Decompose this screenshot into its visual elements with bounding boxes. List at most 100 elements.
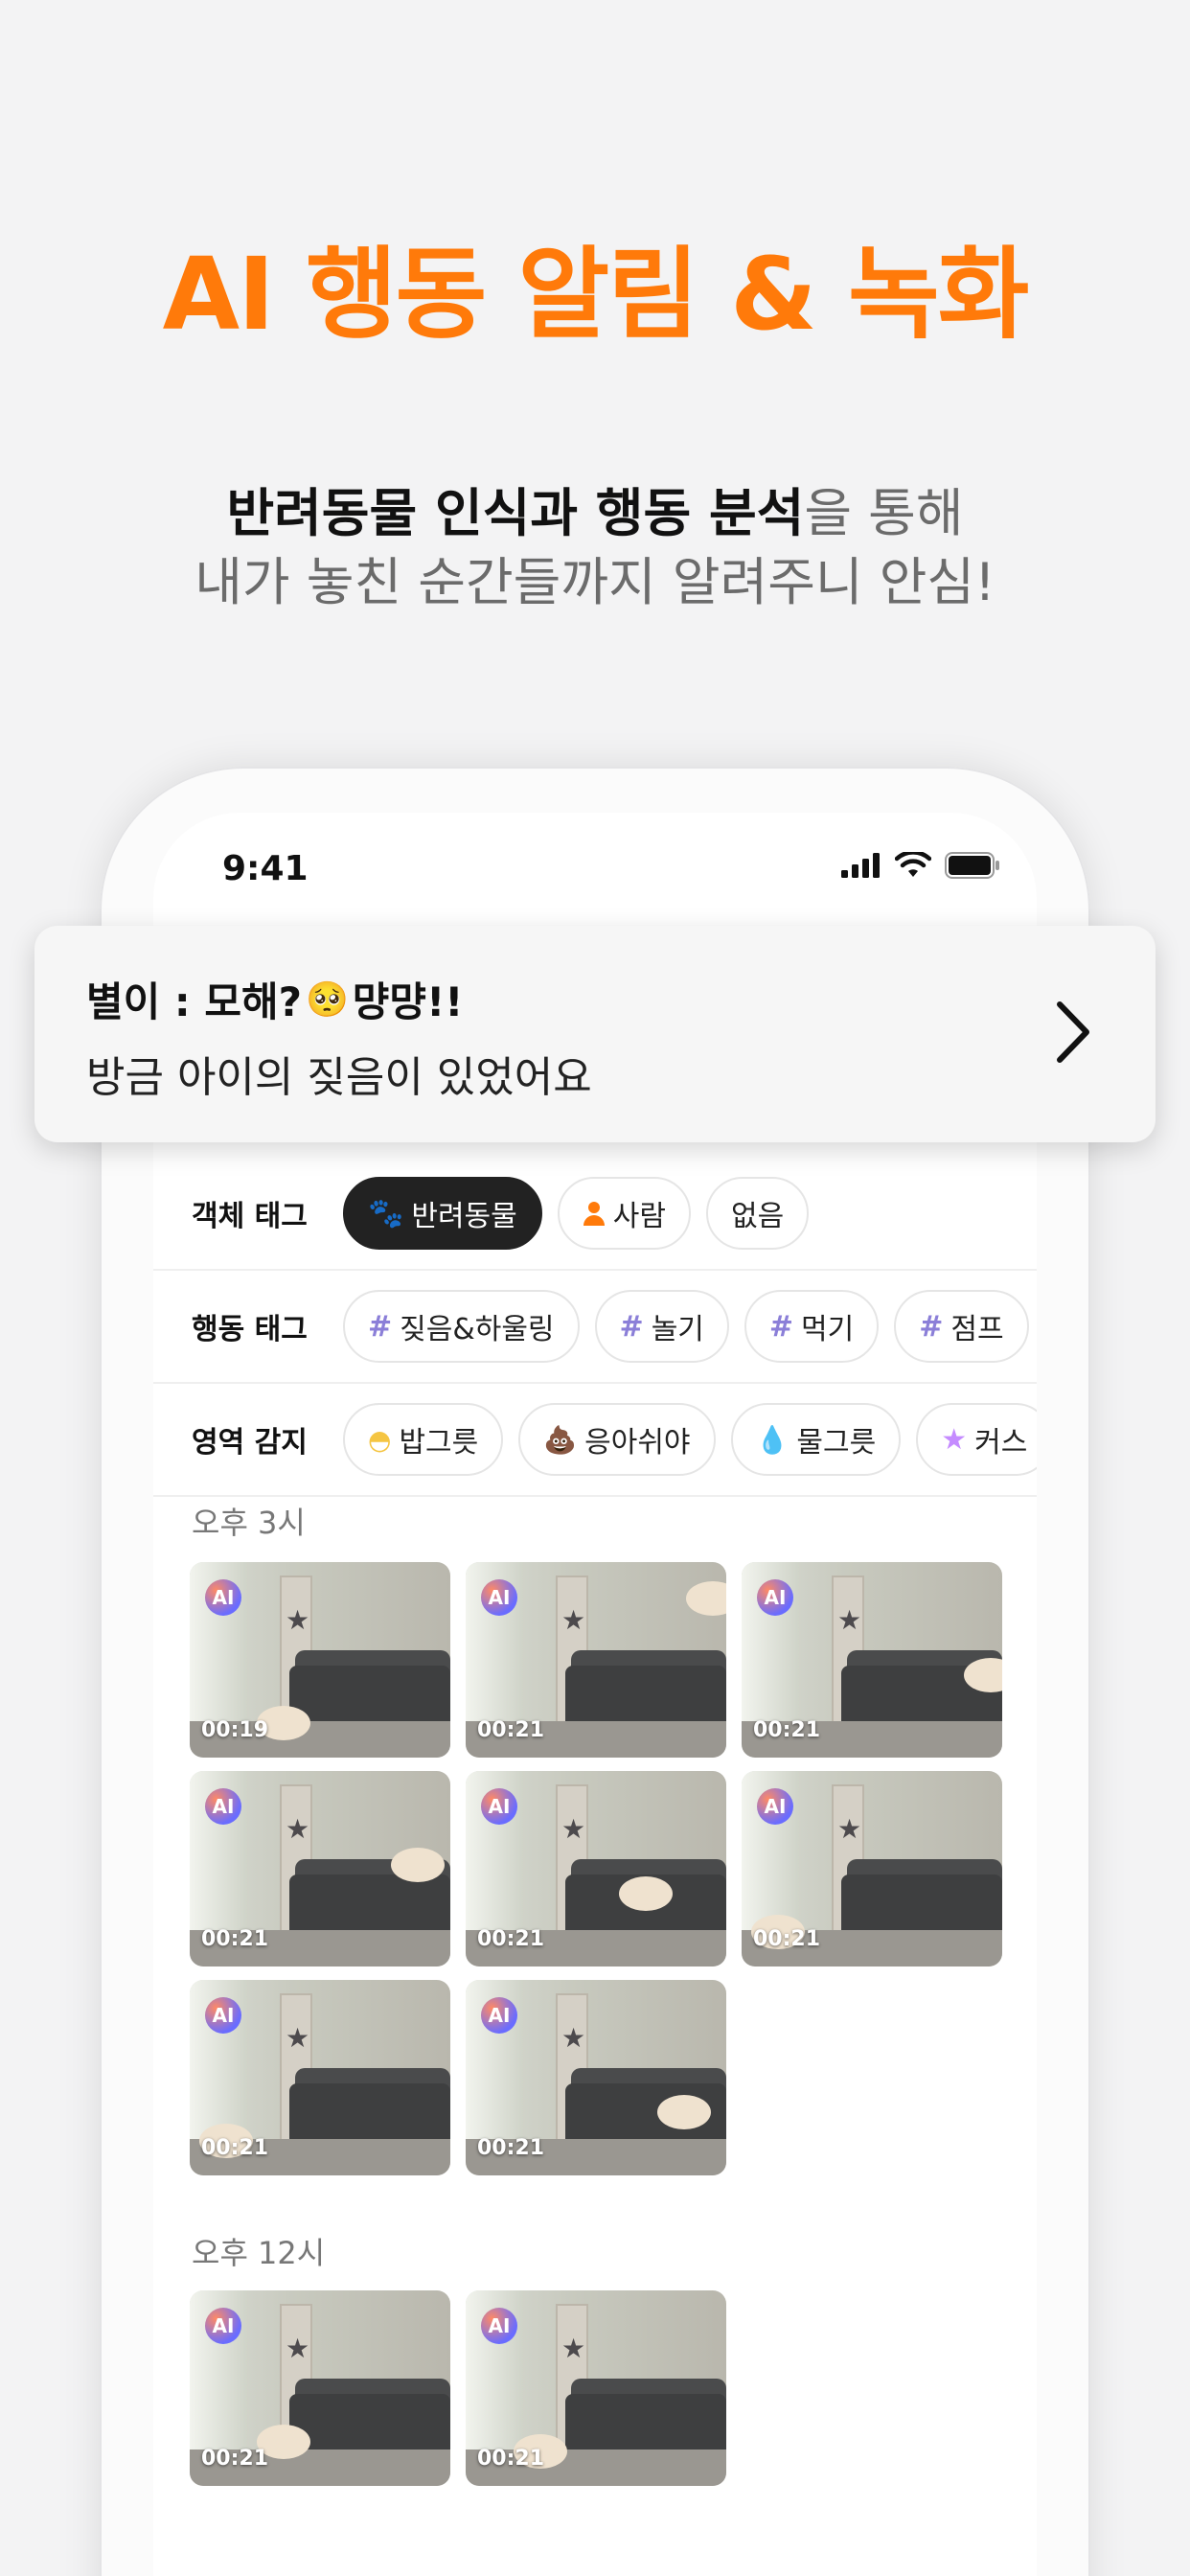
water-drop-icon: 💧	[755, 1423, 790, 1456]
chip-label: 사람	[612, 1200, 666, 1233]
time-group-label: 오후 3시	[192, 1505, 306, 1541]
clip-duration: 00:21	[753, 1927, 821, 1951]
push-notification[interactable]: 별이 : 모해? 🥺 먕먕!! 방금 아이의 짖음이 있었어요	[34, 926, 1156, 1142]
chip-potty[interactable]: 💩 응아쉬야	[518, 1403, 716, 1476]
ai-badge: AI	[205, 1788, 241, 1825]
subhead-rest: 을 통해	[804, 483, 964, 543]
star-icon: ★	[941, 1422, 968, 1457]
clip-thumbnail[interactable]: ★ AI 00:21	[466, 1980, 726, 2175]
clip-duration: 00:21	[477, 1718, 545, 1742]
chip-label: 없음	[730, 1200, 785, 1233]
status-icons	[841, 851, 1000, 880]
notification-title-suffix: 먕먕!!	[352, 978, 464, 1025]
chip-pet[interactable]: 🐾 반려동물	[343, 1177, 542, 1250]
chip-label: 놀기	[651, 1313, 704, 1346]
chip-custom[interactable]: ★ 커스	[916, 1403, 1037, 1476]
paw-icon: 🐾	[368, 1196, 404, 1230]
clip-thumbnail[interactable]: ★ AI 00:21	[466, 2290, 726, 2486]
clip-duration: 00:21	[201, 1927, 269, 1951]
hashtag-icon: #	[368, 1309, 393, 1344]
sofa	[289, 2083, 450, 2147]
zone-detect-label: 영역 감지	[192, 1426, 308, 1460]
signal-icon	[841, 853, 880, 878]
star-decor: ★	[286, 2333, 310, 2364]
clip-duration: 00:21	[201, 2447, 269, 2471]
ai-badge: AI	[481, 2308, 517, 2344]
zone-detect-row: 영역 감지 ◓ 밥그릇 💩 응아쉬야 💧 물그릇 ★ 커스	[153, 1384, 1037, 1497]
star-decor: ★	[561, 1813, 586, 1845]
bowl-icon: ◓	[368, 1423, 392, 1456]
star-decor: ★	[561, 2333, 586, 2364]
star-decor: ★	[837, 1813, 862, 1845]
clip-thumbnail[interactable]: ★ AI 00:19	[190, 1562, 450, 1758]
ai-badge: AI	[481, 1997, 517, 2034]
clip-duration: 00:19	[201, 1718, 269, 1742]
chip-label: 점프	[950, 1313, 1004, 1346]
chip-label: 밥그릇	[399, 1426, 479, 1460]
clip-duration: 00:21	[477, 1927, 545, 1951]
ai-badge: AI	[205, 2308, 241, 2344]
hashtag-icon: #	[619, 1309, 644, 1344]
chip-none[interactable]: 없음	[705, 1177, 810, 1250]
clip-duration: 00:21	[753, 1718, 821, 1742]
chip-food-bowl[interactable]: ◓ 밥그릇	[343, 1403, 504, 1476]
notification-title-text: 별이 : 모해?	[86, 978, 302, 1025]
status-time: 9:41	[222, 849, 309, 888]
hashtag-icon: #	[919, 1309, 944, 1344]
dog	[657, 2095, 711, 2129]
star-decor: ★	[837, 1604, 862, 1636]
chip-eat[interactable]: # 먹기	[744, 1290, 880, 1363]
chip-person[interactable]: 사람	[557, 1177, 691, 1250]
clip-thumbnail[interactable]: ★ AI 00:21	[190, 1771, 450, 1966]
chip-label: 먹기	[801, 1313, 855, 1346]
sofa	[565, 2394, 726, 2457]
clip-thumbnail[interactable]: ★ AI 00:21	[466, 1562, 726, 1758]
object-tag-label: 객체 태그	[192, 1200, 308, 1233]
subheadline: 반려동물 인식과 행동 분석을 통해 내가 놓친 순간들까지 알려주니 안심!	[0, 479, 1190, 617]
clip-duration: 00:21	[477, 2447, 545, 2471]
star-decor: ★	[286, 1604, 310, 1636]
sofa	[289, 2394, 450, 2457]
wifi-icon	[895, 852, 931, 877]
ai-badge: AI	[757, 1579, 793, 1616]
clip-duration: 00:21	[201, 2136, 269, 2160]
person-icon	[583, 1202, 605, 1226]
chip-label: 짖음&하울링	[400, 1313, 555, 1346]
chip-label: 반려동물	[411, 1200, 517, 1233]
dog	[686, 1581, 726, 1616]
notification-title: 별이 : 모해? 🥺 먕먕!!	[86, 970, 463, 1028]
behavior-tag-row: 행동 태그 # 짖음&하울링 # 놀기 # 먹기 # 점프	[153, 1271, 1037, 1384]
chip-bark[interactable]: # 짖음&하울링	[343, 1290, 580, 1363]
ai-badge: AI	[481, 1788, 517, 1825]
hashtag-icon: #	[768, 1309, 794, 1344]
star-decor: ★	[561, 2022, 586, 2054]
object-tag-row: 객체 태그 🐾 반려동물 사람 없음	[153, 1158, 1037, 1271]
ai-badge: AI	[481, 1579, 517, 1616]
sofa	[565, 1666, 726, 1729]
sofa	[289, 1874, 450, 1938]
ai-badge: AI	[757, 1788, 793, 1825]
chevron-right-icon[interactable]	[1054, 1000, 1092, 1064]
ai-badge: AI	[205, 1579, 241, 1616]
clip-thumbnail[interactable]: ★ AI 00:21	[190, 1980, 450, 2175]
clip-thumbnail[interactable]: ★ AI 00:21	[742, 1771, 1002, 1966]
clip-thumbnail[interactable]: ★ AI 00:21	[742, 1562, 1002, 1758]
clip-thumbnail[interactable]: ★ AI 00:21	[190, 2290, 450, 2486]
sofa	[289, 1666, 450, 1729]
chip-label: 응아쉬야	[584, 1426, 691, 1460]
star-decor: ★	[561, 1604, 586, 1636]
dog	[391, 1848, 445, 1882]
dog	[619, 1876, 673, 1911]
chip-water-bowl[interactable]: 💧 물그릇	[730, 1403, 902, 1476]
time-group-label: 오후 12시	[192, 2235, 326, 2271]
subhead-line2: 내가 놓친 순간들까지 알려주니 안심!	[195, 552, 995, 612]
chip-play[interactable]: # 놀기	[594, 1290, 729, 1363]
subhead-bold: 반려동물 인식과 행동 분석	[226, 483, 805, 543]
battery-icon	[945, 852, 999, 879]
headline: AI 행동 알림 & 녹화	[162, 236, 1030, 353]
star-decor: ★	[286, 2022, 310, 2054]
pleading-face-icon: 🥺	[305, 979, 349, 1020]
chip-jump[interactable]: # 점프	[894, 1290, 1029, 1363]
clip-thumbnail[interactable]: ★ AI 00:21	[466, 1771, 726, 1966]
ai-badge: AI	[205, 1997, 241, 2034]
